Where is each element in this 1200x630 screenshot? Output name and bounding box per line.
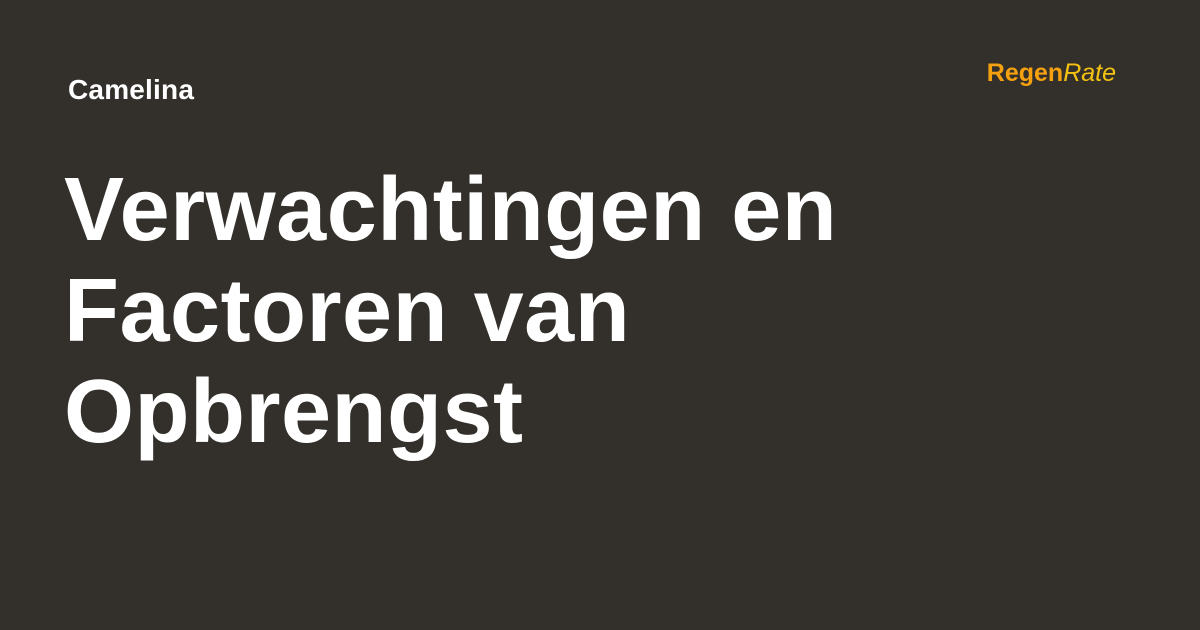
title-line-2: Factoren van xyxy=(64,261,631,361)
page-title: Verwachtingen en Factoren van Opbrengst xyxy=(64,160,1114,463)
brand-logo-regen: Regen xyxy=(986,59,1064,87)
brand-logo: RegenRate xyxy=(987,57,1116,89)
social-card: Camelina RegenRate Verwachtingen en Fact… xyxy=(0,0,1200,630)
title-line-3: Opbrengst xyxy=(64,362,524,462)
brand-logo-rate: Rate xyxy=(1063,59,1116,87)
title-line-1: Verwachtingen en xyxy=(64,160,838,260)
category-label: Camelina xyxy=(68,74,195,105)
